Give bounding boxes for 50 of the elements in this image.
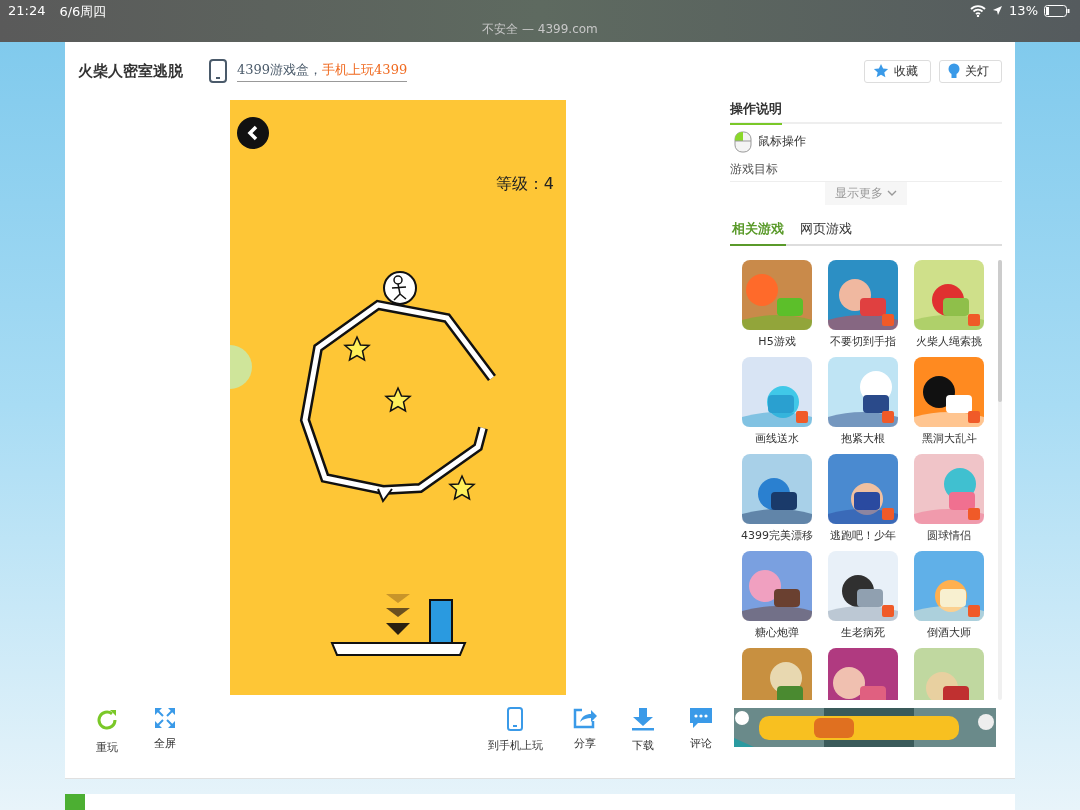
battery-percent: 13%	[1009, 3, 1038, 18]
tab[interactable]: 网页游戏	[798, 215, 854, 246]
replay-button[interactable]: 重玩	[78, 705, 136, 757]
game-title[interactable]: 倒酒大师	[927, 625, 971, 641]
tab[interactable]: 相关游戏	[730, 215, 786, 246]
phone-icon	[507, 707, 523, 731]
promo-link[interactable]: 4399游戏盒，手机上玩4399	[237, 60, 408, 82]
clock-time: 21:24	[8, 3, 46, 20]
game-title[interactable]: 黑洞大乱斗	[921, 431, 977, 447]
share-icon	[572, 707, 598, 729]
lights-off-button[interactable]: 关灯	[939, 59, 1002, 83]
game-title[interactable]: H5游戏	[758, 334, 796, 350]
level-label: 等级：4	[495, 174, 554, 195]
play-on-phone-button[interactable]: 到手机上玩	[474, 705, 556, 757]
download-icon	[631, 707, 655, 731]
download-button[interactable]: 下载	[614, 705, 672, 757]
chevron-left-icon	[246, 125, 260, 141]
comment-button[interactable]: 评论	[672, 705, 730, 757]
game-title[interactable]: 火柴人绳索挑	[916, 334, 982, 350]
section-title: 操作说明	[730, 100, 782, 125]
mouse-icon	[734, 129, 752, 153]
favorite-button[interactable]: 收藏	[864, 59, 931, 83]
page-title: 火柴人密室逃脱	[78, 61, 183, 81]
back-button[interactable]	[237, 117, 269, 149]
control-method: 鼠标操作	[758, 132, 806, 150]
goal-heading: 游戏目标	[730, 161, 779, 175]
comment-icon	[689, 707, 713, 729]
address-bar[interactable]: 不安全 — 4399.com	[430, 21, 650, 38]
share-button[interactable]: 分享	[556, 705, 614, 757]
date: 6/6周四	[59, 3, 107, 21]
game-title[interactable]: 圆球情侣	[927, 528, 971, 544]
phone-icon	[209, 59, 227, 83]
fullscreen-button[interactable]: 全屏	[136, 705, 194, 757]
game-title[interactable]: 画线送水	[755, 431, 799, 447]
scrollbar-thumb[interactable]	[998, 260, 1002, 402]
game-title[interactable]: 生老病死	[841, 625, 885, 641]
game-title[interactable]: 不要切到手指	[830, 334, 896, 350]
game-title[interactable]: 糖心炮弹	[755, 625, 799, 641]
game-title[interactable]: 4399完美漂移	[741, 528, 813, 544]
funnel-drawing	[386, 594, 410, 635]
game-title[interactable]: 逃跑吧！少年	[830, 528, 896, 544]
battery-icon	[1044, 4, 1070, 17]
light-bulb-icon	[948, 63, 960, 79]
ball-drawing	[230, 345, 252, 389]
location-arrow-icon	[992, 5, 1004, 16]
star-icon	[873, 63, 889, 79]
wifi-icon	[970, 4, 987, 17]
chevron-down-icon	[887, 190, 897, 197]
fullscreen-icon	[154, 707, 176, 729]
game-title[interactable]: 抱紧大根	[841, 431, 885, 447]
